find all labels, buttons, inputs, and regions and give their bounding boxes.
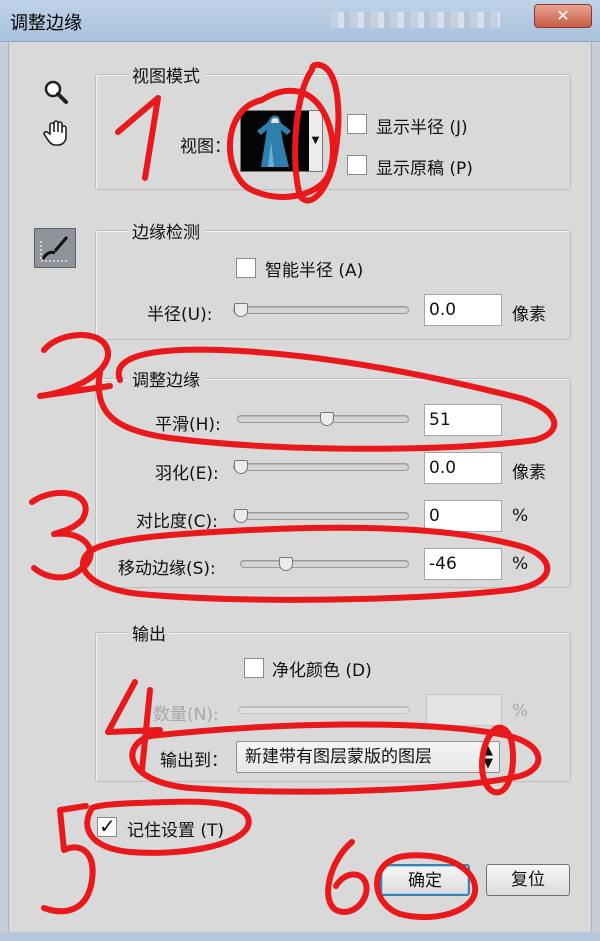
hand-icon[interactable] (42, 118, 70, 146)
chevron-down-icon: ▼ (311, 135, 320, 146)
decontaminate-label: 净化颜色 (D) (272, 661, 372, 681)
smooth-slider[interactable] (237, 412, 409, 426)
window-title: 调整边缘 (10, 13, 82, 34)
view-thumbnail[interactable] (240, 110, 310, 172)
feather-slider-thumb[interactable] (234, 460, 248, 474)
contrast-input[interactable]: 0 (424, 500, 502, 532)
output-to-value: 新建带有图层蒙版的图层 (245, 747, 432, 767)
refine-radius-tool[interactable] (34, 228, 76, 268)
radius-slider-thumb[interactable] (234, 303, 248, 317)
smooth-input[interactable]: 51 (424, 404, 502, 436)
shift-edge-input[interactable]: -46 (424, 548, 502, 580)
show-radius-label: 显示半径 (J) (376, 118, 468, 138)
up-down-arrows-icon: ▲ ▼ (483, 743, 493, 771)
figure-preview-image (241, 111, 309, 171)
decontaminate-checkbox[interactable] (244, 658, 264, 678)
shift-edge-slider-thumb[interactable] (279, 557, 293, 571)
shift-edge-unit: % (512, 554, 529, 574)
shift-edge-slider[interactable] (240, 557, 409, 571)
amount-input (426, 694, 502, 726)
feather-unit: 像素 (512, 463, 546, 483)
amount-slider (238, 706, 410, 714)
close-button[interactable]: ✕ (534, 4, 592, 28)
feather-label: 羽化(E): (155, 464, 219, 484)
output-to-select[interactable]: 新建带有图层蒙版的图层 ▲ ▼ (236, 741, 500, 773)
output-to-label: 输出到： (160, 751, 228, 771)
output-title: 输出 (128, 620, 170, 645)
amount-unit: % (512, 701, 529, 721)
radius-label: 半径(U): (147, 305, 213, 325)
view-mode-group: 视图模式 (95, 62, 571, 190)
zoom-icon[interactable] (42, 78, 70, 106)
radius-input[interactable]: 0.0 (424, 294, 502, 326)
contrast-slider-thumb[interactable] (234, 509, 248, 523)
feather-input[interactable]: 0.0 (424, 452, 502, 484)
contrast-slider[interactable] (233, 509, 409, 523)
view-dropdown-button[interactable]: ▼ (309, 110, 323, 172)
window-frame-bottom (0, 932, 600, 941)
amount-label: 数量(N): (153, 705, 219, 725)
smart-radius-checkbox[interactable] (236, 258, 256, 278)
ok-button[interactable]: 确定 (380, 864, 470, 896)
contrast-unit: % (512, 506, 529, 526)
view-mode-title: 视图模式 (128, 62, 204, 87)
view-label: 视图： (180, 137, 231, 157)
show-original-label: 显示原稿 (P) (376, 159, 473, 179)
show-radius-checkbox[interactable] (347, 114, 367, 134)
contrast-label: 对比度(C): (136, 512, 218, 532)
edge-detection-title: 边缘检测 (128, 218, 204, 243)
show-original-checkbox[interactable] (347, 155, 367, 175)
shift-edge-label: 移动边缘(S): (118, 559, 216, 579)
radius-unit: 像素 (512, 305, 546, 325)
blurred-title-text (330, 12, 500, 28)
radius-slider[interactable] (233, 303, 409, 317)
remember-settings-checkbox[interactable]: ✓ (97, 814, 117, 838)
smooth-label: 平滑(H): (155, 415, 221, 435)
smart-radius-label: 智能半径 (A) (265, 261, 364, 281)
reset-button[interactable]: 复位 (486, 864, 570, 896)
smooth-slider-thumb[interactable] (320, 412, 334, 426)
remember-settings-label: 记住设置 (T) (127, 821, 225, 841)
refine-radius-brush-icon (40, 236, 69, 262)
adjust-edge-title: 调整边缘 (128, 366, 204, 391)
checkmark-icon: ✓ (99, 814, 116, 838)
feather-slider[interactable] (233, 460, 409, 474)
title-bar: 调整边缘 ✕ (0, 0, 600, 42)
